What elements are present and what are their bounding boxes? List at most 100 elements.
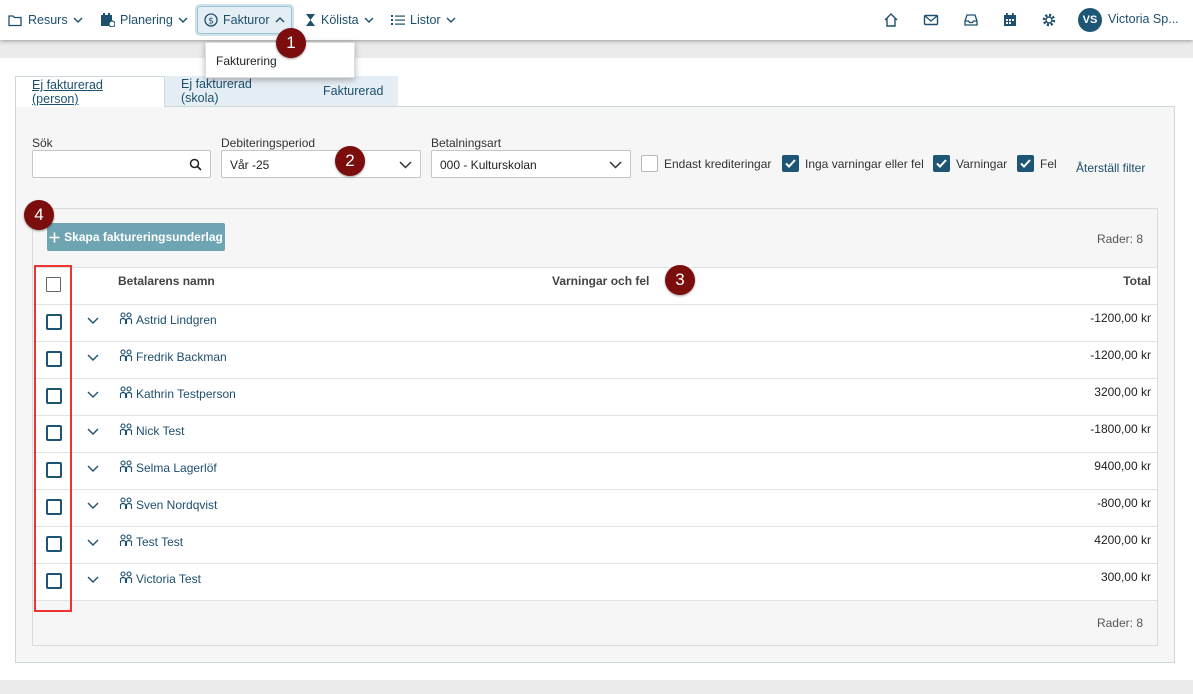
- checkbox-label: Fel: [1040, 157, 1057, 171]
- row-divider: [33, 341, 1157, 342]
- chevron-down-icon[interactable]: [87, 391, 99, 399]
- payer-name-link[interactable]: Kathrin Testperson: [136, 387, 236, 401]
- row-divider: [33, 563, 1157, 564]
- checkbox-varningar[interactable]: [933, 155, 950, 172]
- row-total: -1200,00 kr: [1090, 348, 1151, 362]
- check-icon: [936, 159, 947, 168]
- row-total: 4200,00 kr: [1094, 533, 1151, 547]
- column-header-name[interactable]: Betalarens namn: [118, 274, 215, 288]
- column-header-warnings: Varningar och fel: [552, 274, 650, 288]
- row-total: -800,00 kr: [1096, 496, 1151, 510]
- row-divider: [33, 452, 1157, 453]
- search-input[interactable]: [32, 150, 211, 178]
- chevron-down-icon[interactable]: [87, 428, 99, 436]
- payer-name-link[interactable]: Astrid Lindgren: [136, 313, 217, 327]
- table-divider: [33, 304, 1157, 305]
- nav-kolista-label: Kölista: [321, 13, 359, 27]
- reset-filter-link[interactable]: Återställ filter: [1076, 161, 1145, 175]
- column-header-total[interactable]: Total: [1123, 274, 1151, 288]
- create-button-label: Skapa faktureringsunderlag: [64, 230, 223, 244]
- row-divider: [33, 378, 1157, 379]
- period-label: Debiteringsperiod: [221, 136, 316, 150]
- user-name[interactable]: Victoria Sp...: [1108, 12, 1179, 26]
- chevron-down-icon: [73, 17, 83, 23]
- payment-label: Betalningsart: [431, 136, 502, 150]
- search-label: Sök: [32, 136, 53, 150]
- row-total: 300,00 kr: [1100, 570, 1151, 584]
- payer-name-link[interactable]: Nick Test: [136, 424, 184, 438]
- chevron-down-icon[interactable]: [87, 465, 99, 473]
- annotation-badge-4: 4: [24, 200, 54, 230]
- svg-text:$: $: [208, 17, 214, 27]
- payer-name-link[interactable]: Victoria Test: [136, 572, 201, 586]
- create-billing-basis-button[interactable]: Skapa faktureringsunderlag: [47, 223, 225, 251]
- mail-icon[interactable]: [923, 12, 939, 28]
- row-divider: [33, 600, 1157, 601]
- menu-item-fakturering[interactable]: Fakturering: [216, 54, 277, 68]
- annotation-badge-3: 3: [665, 265, 695, 295]
- payment-select[interactable]: 000 - Kulturskolan: [431, 150, 631, 178]
- people-icon: [119, 534, 133, 546]
- tab-ej-fakturerad-skola[interactable]: Ej fakturerad (skola): [165, 76, 307, 106]
- checkbox-label: Varningar: [956, 157, 1008, 171]
- chevron-down-icon[interactable]: [87, 539, 99, 547]
- payer-name-link[interactable]: Fredrik Backman: [136, 350, 227, 364]
- payer-name-link[interactable]: Selma Lagerlöf: [136, 461, 217, 475]
- people-icon: [119, 386, 133, 398]
- row-total: 9400,00 kr: [1094, 459, 1151, 473]
- dollar-circle-icon: $: [204, 13, 218, 27]
- chevron-down-icon: [364, 17, 374, 23]
- tab-label: Fakturerad: [323, 84, 384, 98]
- search-icon: [189, 158, 202, 171]
- period-value: Vår -25: [230, 158, 270, 172]
- rows-count-top: Rader: 8: [1096, 232, 1143, 246]
- annotation-badge-1: 1: [276, 28, 306, 58]
- tab-label: Ej fakturerad (skola): [181, 77, 252, 105]
- chevron-down-icon[interactable]: [87, 317, 99, 325]
- checkbox-label: Inga varningar eller fel: [805, 157, 924, 171]
- chevron-down-icon: [609, 161, 622, 169]
- top-navigation-bar: Resurs Planering $ Fakturor Kölista List…: [0, 0, 1193, 40]
- chevron-down-icon: [399, 161, 412, 169]
- chevron-down-icon: [178, 17, 188, 23]
- header-strip: [0, 40, 1193, 58]
- chevron-down-icon[interactable]: [87, 502, 99, 510]
- tab-ej-fakturerad-person[interactable]: Ej fakturerad (person): [15, 76, 165, 107]
- nav-fakturor-label: Fakturor: [223, 13, 270, 27]
- checkbox-label: Endast krediteringar: [664, 157, 772, 171]
- nav-fakturor[interactable]: $ Fakturor: [197, 6, 292, 34]
- payment-value: 000 - Kulturskolan: [440, 158, 537, 172]
- inbox-icon[interactable]: [963, 12, 979, 28]
- rows-count-bottom: Rader: 8: [1096, 616, 1143, 630]
- row-divider: [33, 526, 1157, 527]
- check-icon: [785, 159, 796, 168]
- nav-resurs[interactable]: Resurs: [4, 6, 87, 34]
- period-select[interactable]: Vår -25: [221, 150, 421, 178]
- people-icon: [119, 497, 133, 509]
- avatar[interactable]: VS: [1078, 8, 1102, 32]
- tab-fakturerad[interactable]: Fakturerad: [307, 76, 398, 106]
- plus-icon: [49, 232, 60, 242]
- home-icon[interactable]: [883, 12, 899, 28]
- payer-name-link[interactable]: Test Test: [136, 535, 183, 549]
- checkbox-endast-krediteringar[interactable]: [641, 155, 658, 172]
- nav-resurs-label: Resurs: [28, 13, 68, 27]
- tab-label: Ej fakturerad (person): [32, 78, 103, 106]
- checkbox-column-highlight: [34, 265, 72, 612]
- nav-kolista[interactable]: Kölista: [301, 6, 378, 34]
- nav-listor-label: Listor: [410, 13, 441, 27]
- nav-planering[interactable]: Planering: [96, 6, 192, 34]
- chevron-down-icon[interactable]: [87, 354, 99, 362]
- chevron-down-icon[interactable]: [87, 576, 99, 584]
- check-icon: [1020, 159, 1031, 168]
- annotation-badge-2: 2: [335, 146, 365, 176]
- gear-icon[interactable]: [1041, 12, 1057, 28]
- list-icon: [391, 15, 405, 25]
- table-divider: [33, 267, 1157, 268]
- checkbox-inga-varningar[interactable]: [782, 155, 799, 172]
- checkbox-fel[interactable]: [1017, 155, 1034, 172]
- payer-name-link[interactable]: Sven Nordqvist: [136, 498, 217, 512]
- calendar-grid-icon[interactable]: [1002, 12, 1018, 28]
- nav-listor[interactable]: Listor: [387, 6, 460, 34]
- row-total: 3200,00 kr: [1094, 385, 1151, 399]
